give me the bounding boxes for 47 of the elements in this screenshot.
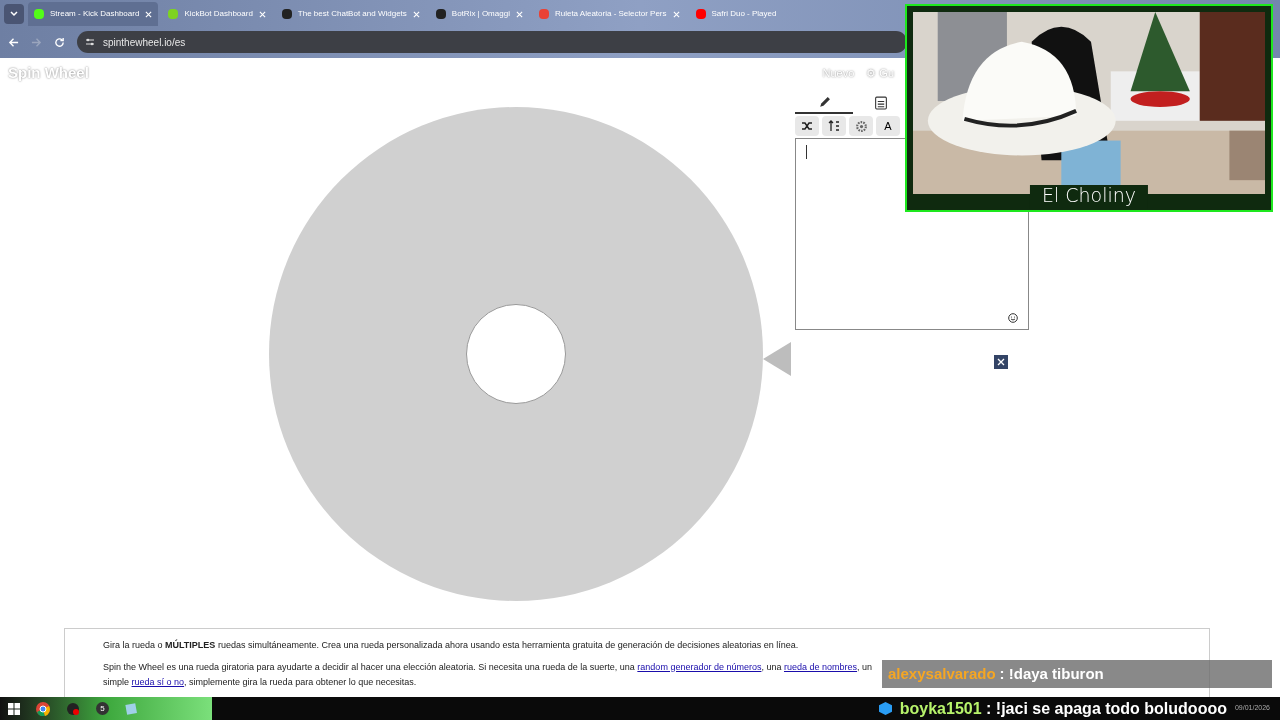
- tool-button[interactable]: [795, 116, 819, 136]
- close-icon[interactable]: [412, 10, 420, 18]
- reload-icon[interactable]: [54, 36, 65, 48]
- tab-list-button[interactable]: [4, 4, 24, 24]
- chat-message: alexysalvarado : !daya tiburon: [882, 660, 1272, 688]
- tab-title: Stream - Kick Dashboard: [50, 8, 140, 20]
- tool-button[interactable]: [822, 116, 846, 136]
- close-icon[interactable]: [145, 10, 153, 18]
- taskbar-badge[interactable]: 5: [96, 702, 109, 715]
- address-bar[interactable]: spinthewheel.io/es: [77, 31, 907, 53]
- site-settings-icon: [85, 37, 95, 47]
- browser-tab[interactable]: Stream - Kick Dashboard: [28, 2, 159, 26]
- smiley-icon[interactable]: [1008, 313, 1018, 323]
- close-icon[interactable]: [672, 10, 680, 18]
- streamer-name: El Choliny: [1041, 184, 1137, 206]
- close-icon: [997, 358, 1005, 366]
- windows-icon[interactable]: [8, 702, 20, 715]
- clipboard-icon: [874, 94, 888, 110]
- site-logo[interactable]: Spin Wheel: [8, 61, 89, 85]
- url-text: spinthewheel.io/es: [103, 35, 186, 50]
- info-paragraph: Spin the Wheel es una rueda giratoria para ayudarte a decidir al hacer una elección aleatoria. Si necesita una rueda de la suerte, una random generador de números, una rueda de nombres, un: [103, 660, 873, 674]
- browser-tab[interactable]: KickBot Dashboard: [162, 2, 272, 26]
- close-button[interactable]: [994, 355, 1008, 369]
- app-icon[interactable]: [66, 701, 80, 716]
- pencil-icon: [817, 95, 831, 109]
- gear-icon: [854, 119, 868, 133]
- tab-title: Ruleta Aleatoria - Selector Pers: [554, 8, 667, 20]
- info-paragraph: Gira la rueda o MÚLTIPLES ruedas simultáneamente. Crea una rueda personalizada ahora usando esta herramienta gratuita de generación de decisiones aleatorias en línea.: [103, 639, 800, 652]
- browser-tab[interactable]: Ruleta Aleatoria - Selector Pers: [532, 2, 686, 26]
- browser-tab[interactable]: Safri Duo - Played: [689, 2, 783, 26]
- tab-title: KickBot Dashboard: [184, 8, 253, 20]
- wheel-pointer: [763, 342, 791, 376]
- browser-tab[interactable]: The best ChatBot and Widgets: [275, 2, 426, 26]
- tab-title: The best ChatBot and Widgets: [297, 8, 407, 20]
- chevron-down-icon: [10, 11, 18, 17]
- shuffle-icon: [801, 120, 813, 132]
- tool-button[interactable]: A: [876, 116, 900, 136]
- tab-title: BotRix | Omaggi: [451, 8, 510, 20]
- close-icon[interactable]: [258, 10, 266, 18]
- tab-title: Safri Duo - Played: [711, 8, 777, 20]
- browser-tab[interactable]: BotRix | Omaggi: [429, 2, 529, 26]
- close-icon[interactable]: [515, 10, 523, 18]
- browser-icon[interactable]: [36, 701, 50, 716]
- cube-icon: [878, 702, 892, 715]
- back-icon[interactable]: [8, 36, 19, 48]
- chat-message: boyka1501 : !jaci se apaga todo boludoooo: [899, 698, 1227, 719]
- sort-icon: [828, 120, 840, 132]
